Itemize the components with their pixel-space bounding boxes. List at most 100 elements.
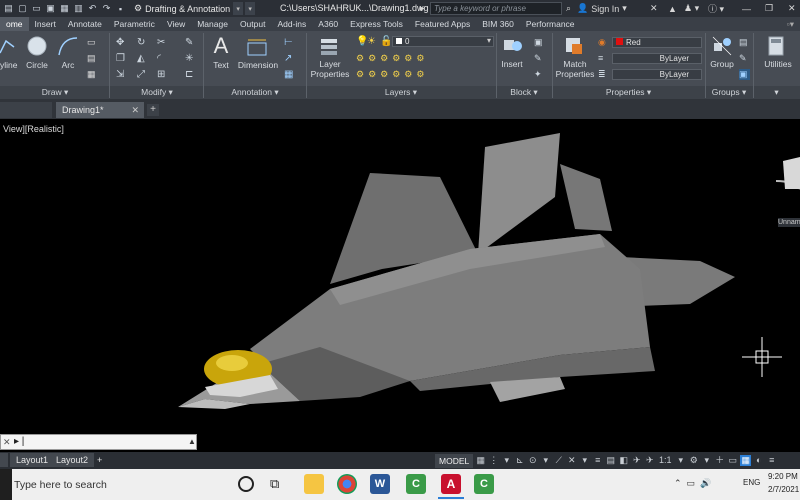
customization-icon[interactable]: ≡ xyxy=(766,455,777,466)
close-window-button[interactable]: ✕ xyxy=(788,0,796,17)
snap-dropdown-icon[interactable]: ▾ xyxy=(501,455,512,466)
file-explorer-icon[interactable] xyxy=(304,474,324,494)
model-space-button[interactable]: MODEL xyxy=(435,453,474,468)
leader-icon[interactable]: ↗ xyxy=(284,53,295,64)
isolate-objects-icon[interactable]: ◐ xyxy=(753,455,764,466)
stretch-icon[interactable]: ⇲ xyxy=(116,69,127,80)
workspace-dropdown-icon[interactable]: ▾ xyxy=(233,2,244,15)
layer-dropdown[interactable]: 0 xyxy=(392,36,494,47)
tab-output[interactable]: Output xyxy=(234,17,272,31)
insert-label[interactable]: Insert xyxy=(498,59,526,69)
add-layout-button[interactable]: + xyxy=(95,453,104,467)
hatch-icon[interactable]: ▤ xyxy=(87,53,98,64)
layer-properties-label[interactable]: Layer Properties xyxy=(310,59,350,79)
autocad-icon[interactable]: A xyxy=(441,474,461,494)
tab-layout1[interactable]: Layout1 xyxy=(10,453,55,467)
tab-layout2[interactable]: Layout2 xyxy=(50,453,95,467)
lightbulb-icon[interactable]: 💡 xyxy=(356,36,368,47)
annotation-visibility-icon[interactable]: ✈ xyxy=(631,455,642,466)
text-tool-label[interactable]: Text xyxy=(208,60,234,70)
mirror-icon[interactable]: ◭ xyxy=(137,53,148,64)
tab-parametric[interactable]: Parametric xyxy=(108,17,161,31)
copy-icon[interactable]: ❐ xyxy=(116,53,127,64)
calculator-icon[interactable] xyxy=(766,35,786,57)
search-input[interactable]: Type a keyword or phrase xyxy=(430,2,562,15)
trim-icon[interactable]: ✂ xyxy=(157,37,168,48)
stay-connected-icon[interactable]: ♟ ▾ xyxy=(684,0,699,17)
command-close-icon[interactable]: ✕ xyxy=(3,437,11,448)
undo-icon[interactable]: ↶ xyxy=(86,3,99,15)
redo-icon[interactable]: ↷ xyxy=(100,3,113,15)
tab-start[interactable] xyxy=(0,102,52,118)
annotation-autoscale-icon[interactable]: ✈ xyxy=(644,455,655,466)
save-as-icon[interactable]: ▦ xyxy=(58,3,71,15)
array-icon[interactable]: ⊞ xyxy=(157,69,168,80)
camtasia-recorder-icon[interactable]: C xyxy=(474,474,494,494)
save-icon[interactable]: ▣ xyxy=(44,3,57,15)
restore-window-button[interactable]: ❐ xyxy=(765,0,773,17)
create-block-icon[interactable]: ▣ xyxy=(534,37,545,48)
ribbon-options-icon[interactable]: ▫▾ xyxy=(781,17,800,31)
explode-icon[interactable]: ✳ xyxy=(185,53,196,64)
linetype-dropdown[interactable]: ByLayer xyxy=(612,53,702,64)
table-icon[interactable]: ▦ xyxy=(284,69,295,80)
rotate-icon[interactable]: ↻ xyxy=(137,37,148,48)
tab-model[interactable] xyxy=(0,453,8,467)
snap-icon[interactable]: ⋮ xyxy=(488,455,499,466)
gradient-icon[interactable]: ▦ xyxy=(87,69,98,80)
transparency-icon[interactable]: ▤ xyxy=(605,455,616,466)
match-properties-label[interactable]: Match Properties xyxy=(554,59,596,79)
group-edit-icon[interactable]: ✎ xyxy=(739,53,750,64)
tab-drawing1[interactable]: Drawing1* ✕ xyxy=(56,102,144,118)
annotation-panel-label[interactable]: Annotation ▾ xyxy=(204,86,306,98)
circle-icon[interactable] xyxy=(26,35,48,57)
units-icon[interactable]: ▭ xyxy=(727,455,738,466)
tab-manage[interactable]: Manage xyxy=(191,17,234,31)
tab-insert[interactable]: Insert xyxy=(29,17,62,31)
layer-properties-icon[interactable] xyxy=(318,36,342,56)
draw-panel-label[interactable]: Draw ▾ xyxy=(0,86,110,98)
osnap-dropdown-icon[interactable]: ▾ xyxy=(579,455,590,466)
qat-customize-icon[interactable]: ▾ xyxy=(245,2,256,15)
named-view-dropdown[interactable]: Unnam xyxy=(778,218,800,227)
arc-label[interactable]: Arc xyxy=(56,60,80,70)
taskbar-clock[interactable]: 9:20 PM 2/7/2021 xyxy=(768,470,800,496)
tab-add-ins[interactable]: Add-ins xyxy=(271,17,312,31)
group-icon[interactable] xyxy=(711,35,733,57)
match-properties-icon[interactable] xyxy=(564,36,584,56)
workspace-switcher[interactable]: ⚙ Drafting & Annotation xyxy=(131,2,233,15)
task-view-icon[interactable]: ⧉ xyxy=(270,476,279,492)
circle-label[interactable]: Circle xyxy=(22,60,52,70)
new-tab-button[interactable]: + xyxy=(147,104,159,116)
viewcube[interactable] xyxy=(775,157,800,190)
group-label[interactable]: Group xyxy=(708,59,736,69)
new-file-icon[interactable]: ▢ xyxy=(16,3,29,15)
edit-block-icon[interactable]: ✎ xyxy=(534,53,545,64)
dimension-label[interactable]: Dimension xyxy=(236,60,280,70)
polar-dropdown-icon[interactable]: ▾ xyxy=(540,455,551,466)
offset-icon[interactable]: ⊏ xyxy=(185,69,196,80)
close-tab-icon[interactable]: ✕ xyxy=(131,102,139,118)
sign-in-area[interactable]: 👤 Sign In ▾ xyxy=(577,0,627,17)
dimension-icon[interactable] xyxy=(246,37,268,57)
utilities-panel-dropdown-icon[interactable]: ▾ xyxy=(753,86,800,98)
chrome-icon[interactable] xyxy=(337,474,357,494)
command-line-input[interactable] xyxy=(0,434,197,450)
print-icon[interactable]: ▥ xyxy=(72,3,85,15)
tab-home[interactable]: ome xyxy=(0,17,29,31)
language-indicator[interactable]: ENG xyxy=(743,478,760,487)
app-menu-icon[interactable]: ▤ xyxy=(2,3,15,15)
group-selection-icon[interactable]: ▣ xyxy=(739,69,750,80)
isodraft-icon[interactable]: ⟋ xyxy=(553,455,564,466)
tab-annotate[interactable]: Annotate xyxy=(62,17,108,31)
block-panel-label[interactable]: Block ▾ xyxy=(496,86,552,98)
linear-dimension-icon[interactable]: ⊢ xyxy=(284,37,295,48)
move-icon[interactable]: ✥ xyxy=(116,37,127,48)
scale-dropdown-icon[interactable]: ▾ xyxy=(675,455,686,466)
lock-icon[interactable]: 🔓 xyxy=(380,36,392,47)
binoculars-icon[interactable]: ⌕ xyxy=(566,0,571,17)
system-tray-icons[interactable]: ⌃▭🔊 xyxy=(674,478,716,489)
lineweight-toggle-icon[interactable]: ≡ xyxy=(592,455,603,466)
polyline-icon[interactable] xyxy=(0,35,15,57)
camtasia-icon[interactable]: C xyxy=(406,474,426,494)
